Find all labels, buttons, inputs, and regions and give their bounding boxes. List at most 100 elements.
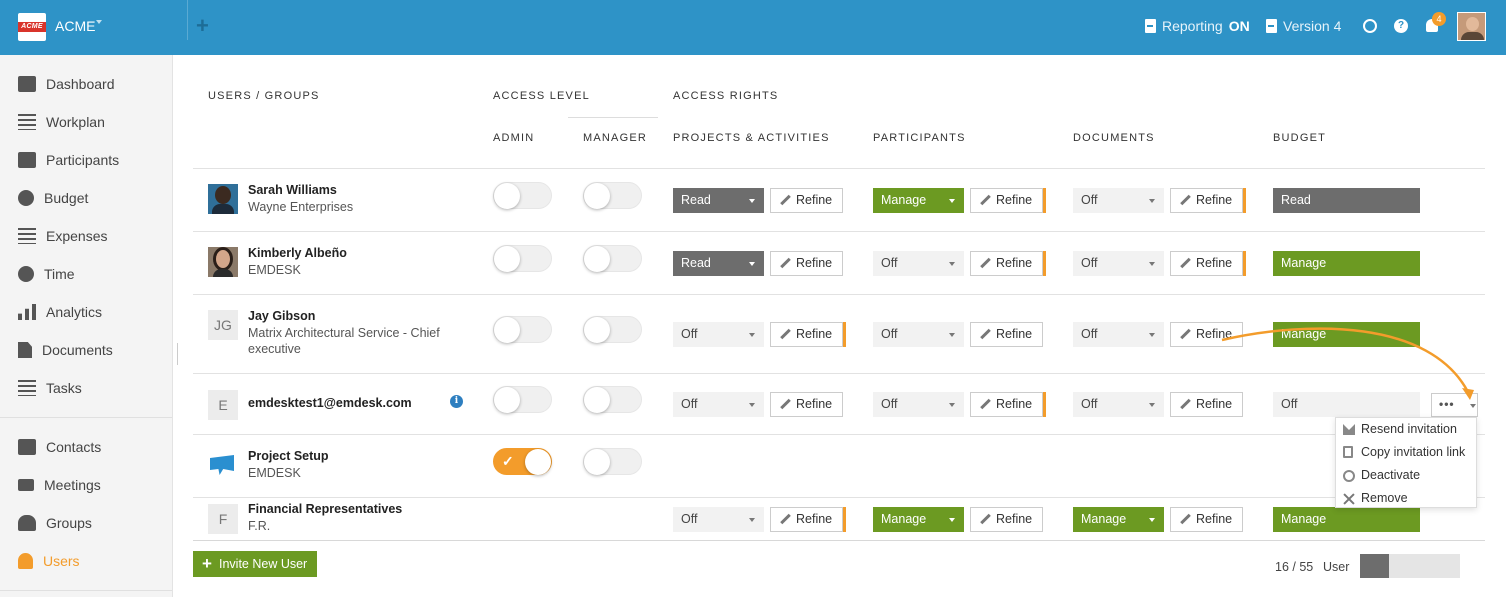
admin-toggle[interactable] (493, 245, 552, 272)
history-icon[interactable] (1363, 19, 1377, 33)
menu-item-remove[interactable]: Remove (1336, 487, 1476, 510)
dashboard-icon (18, 76, 36, 92)
participants-refine-button[interactable]: Refine (970, 392, 1043, 417)
user-avatar[interactable] (1457, 12, 1486, 41)
budget-access-select[interactable]: Manage (1273, 507, 1420, 532)
sidebar-item-time[interactable]: Time (18, 264, 75, 284)
info-icon[interactable]: i (450, 395, 463, 408)
user-name[interactable]: Jay Gibson (248, 309, 315, 323)
documents-access-select[interactable]: Manage (1073, 507, 1164, 532)
manager-toggle[interactable] (583, 182, 642, 209)
projects-access-select[interactable]: Read (673, 188, 764, 213)
projects-access-select[interactable]: Off (673, 322, 764, 347)
sidebar-item-workplan[interactable]: Workplan (18, 112, 105, 132)
documents-refine-button[interactable]: Refine (1170, 188, 1243, 213)
manager-toggle[interactable] (583, 316, 642, 343)
budget-access-select[interactable]: Manage (1273, 322, 1420, 347)
admin-toggle[interactable]: ✓ (493, 448, 552, 475)
app-switcher[interactable]: ACME (55, 18, 95, 34)
menu-item-copy-invitation-link[interactable]: Copy invitation link (1336, 441, 1476, 464)
chevron-down-icon (1470, 404, 1476, 408)
sidebar-item-groups[interactable]: Groups (18, 513, 92, 533)
reporting-toggle[interactable]: Reporting ON (1145, 18, 1250, 34)
chevron-down-icon[interactable] (96, 20, 102, 24)
projects-access-select[interactable]: Read (673, 251, 764, 276)
user-org: executive (248, 342, 301, 356)
participants-access-select[interactable]: Off (873, 392, 964, 417)
chevron-down-icon (749, 333, 755, 337)
projects-refine-button[interactable]: Refine (770, 322, 843, 347)
user-name[interactable]: Kimberly Albeño (248, 246, 347, 260)
header-admin: ADMIN (493, 132, 535, 144)
header-manager: MANAGER (583, 132, 648, 144)
sidebar-item-tasks[interactable]: Tasks (18, 378, 82, 398)
admin-toggle[interactable] (493, 182, 552, 209)
manager-toggle[interactable] (583, 448, 642, 475)
budget-access-select[interactable]: Off (1273, 392, 1420, 417)
row-divider (193, 373, 1485, 374)
version-selector[interactable]: Version 4 (1266, 18, 1341, 34)
participants-access-select[interactable]: Off (873, 322, 964, 347)
participants-access-select[interactable]: Manage (873, 507, 964, 532)
projects-access-select[interactable]: Off (673, 507, 764, 532)
documents-access-select[interactable]: Off (1073, 251, 1164, 276)
user-count: 16 / 55 (1275, 560, 1314, 574)
sidebar-item-documents[interactable]: Documents (18, 340, 113, 360)
help-icon[interactable]: ? (1394, 19, 1408, 33)
documents-refine-button[interactable]: Refine (1170, 322, 1243, 347)
sidebar-divider (0, 590, 172, 591)
add-button[interactable]: + (196, 14, 209, 38)
participants-refine-button[interactable]: Refine (970, 188, 1043, 213)
chevron-down-icon (749, 262, 755, 266)
projects-access-select[interactable]: Off (673, 392, 764, 417)
manager-toggle[interactable] (583, 386, 642, 413)
user-name[interactable]: Project Setup (248, 449, 329, 463)
pencil-icon (980, 195, 991, 206)
documents-access-select[interactable]: Off (1073, 392, 1164, 417)
app-logo[interactable]: ACME (18, 13, 46, 41)
admin-toggle[interactable] (493, 386, 552, 413)
manager-toggle[interactable] (583, 245, 642, 272)
projects-refine-button[interactable]: Refine (770, 188, 843, 213)
chevron-down-icon (1149, 262, 1155, 266)
sidebar-item-label: Budget (44, 190, 89, 206)
user-icon (18, 553, 33, 569)
sidebar-item-contacts[interactable]: Contacts (18, 437, 101, 457)
participants-refine-button[interactable]: Refine (970, 251, 1043, 276)
sidebar-item-label: Users (43, 553, 80, 569)
sidebar-item-meetings[interactable]: Meetings (18, 475, 101, 495)
pencil-icon (980, 514, 991, 525)
header-participants: PARTICIPANTS (873, 132, 966, 144)
sidebar-item-participants[interactable]: Participants (18, 150, 119, 170)
documents-refine-button[interactable]: Refine (1170, 507, 1243, 532)
projects-refine-button[interactable]: Refine (770, 507, 843, 532)
participants-refine-button[interactable]: Refine (970, 322, 1043, 347)
documents-refine-button[interactable]: Refine (1170, 392, 1243, 417)
documents-access-select[interactable]: Off (1073, 188, 1164, 213)
participants-access-select[interactable]: Manage (873, 188, 964, 213)
sidebar-item-expenses[interactable]: Expenses (18, 226, 107, 246)
user-name[interactable]: emdesktest1@emdesk.com (248, 396, 412, 410)
user-count-label: User (1323, 560, 1350, 574)
admin-toggle[interactable] (493, 316, 552, 343)
documents-refine-button[interactable]: Refine (1170, 251, 1243, 276)
sidebar-item-users[interactable]: Users (18, 551, 80, 571)
budget-access-select[interactable]: Read (1273, 188, 1420, 213)
sidebar-item-analytics[interactable]: Analytics (18, 302, 102, 322)
documents-access-select[interactable]: Off (1073, 322, 1164, 347)
participants-refine-button[interactable]: Refine (970, 507, 1043, 532)
sidebar-item-budget[interactable]: Budget (18, 188, 88, 208)
sidebar-resize-handle[interactable] (177, 343, 178, 365)
participants-access-select[interactable]: Off (873, 251, 964, 276)
menu-item-resend-invitation[interactable]: Resend invitation (1336, 418, 1476, 441)
more-actions-button[interactable]: ••• (1431, 393, 1478, 417)
menu-item-deactivate[interactable]: Deactivate (1336, 464, 1476, 487)
sidebar-item-dashboard[interactable]: Dashboard (18, 74, 115, 94)
projects-refine-button[interactable]: Refine (770, 251, 843, 276)
top-bar: ACME ACME + Reporting ON Version 4 ? 4 (0, 0, 1506, 55)
budget-access-select[interactable]: Manage (1273, 251, 1420, 276)
invite-new-user-button[interactable]: + Invite New User (193, 551, 317, 577)
user-name[interactable]: Sarah Williams (248, 183, 337, 197)
projects-refine-button[interactable]: Refine (770, 392, 843, 417)
user-name[interactable]: Financial Representatives (248, 502, 402, 516)
